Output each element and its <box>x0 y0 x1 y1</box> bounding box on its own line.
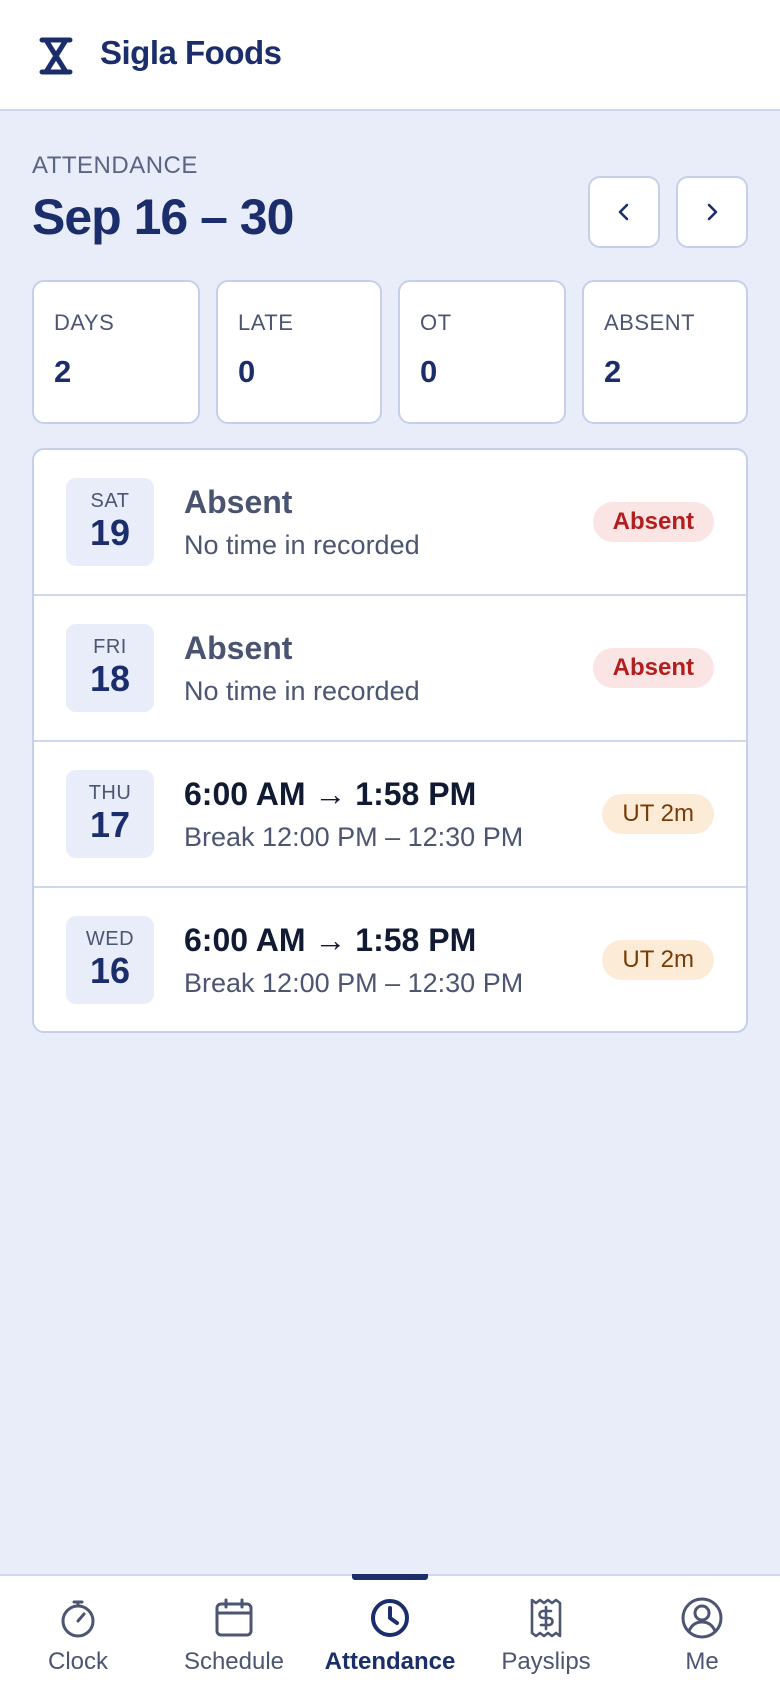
status-badge: UT 2m <box>602 940 714 980</box>
calendar-icon <box>215 1598 253 1637</box>
tab-label: Schedule <box>183 1648 285 1675</box>
hourglass-logo-icon <box>39 37 73 75</box>
row-title: 6:00 AM → 1:58 PM <box>184 922 477 958</box>
row-title: Absent <box>184 484 293 520</box>
day-number: 18 <box>89 658 131 699</box>
attendance-row[interactable]: SAT 19 Absent No time in recorded Absent <box>34 450 746 596</box>
day-of-week: SAT <box>90 490 130 512</box>
status-badge: UT 2m <box>602 794 714 834</box>
stat-label: ABSENT <box>604 310 696 335</box>
row-title: 6:00 AM → 1:58 PM <box>184 776 477 812</box>
stat-days: DAYS 2 <box>32 280 200 424</box>
page-title: Sep 16 – 30 <box>32 189 294 245</box>
status-badge: Absent <box>592 502 714 542</box>
row-subtitle: Break 12:00 PM – 12:30 PM <box>184 822 524 852</box>
user-circle-icon <box>681 1597 723 1639</box>
stat-late: LATE 0 <box>216 280 382 424</box>
day-number: 17 <box>89 804 131 845</box>
tab-clock[interactable]: Clock <box>0 1576 156 1688</box>
next-period-button[interactable] <box>676 176 748 248</box>
tab-schedule[interactable]: Schedule <box>156 1576 312 1688</box>
day-of-week: THU <box>88 782 132 804</box>
stat-value: 0 <box>238 354 256 389</box>
row-subtitle: Break 12:00 PM – 12:30 PM <box>184 968 524 998</box>
day-number: 16 <box>89 950 131 991</box>
attendance-list: SAT 19 Absent No time in recorded Absent… <box>32 448 748 1033</box>
stopwatch-icon <box>61 1600 95 1638</box>
chevron-left-icon <box>618 203 629 221</box>
tab-label: Payslips <box>501 1648 591 1675</box>
status-badge: Absent <box>592 648 714 688</box>
day-of-week: WED <box>85 928 135 950</box>
app-header: Sigla Foods <box>0 0 780 111</box>
attendance-row[interactable]: FRI 18 Absent No time in recorded Absent <box>34 596 746 742</box>
previous-period-button[interactable] <box>588 176 660 248</box>
row-subtitle: No time in recorded <box>184 530 420 560</box>
tab-label: Attendance <box>324 1648 456 1675</box>
receipt-icon <box>530 1598 562 1638</box>
section-label: ATTENDANCE <box>32 152 198 179</box>
attendance-row[interactable]: WED 16 6:00 AM → 1:58 PM Break 12:00 PM … <box>34 888 746 1031</box>
stat-label: LATE <box>238 310 294 335</box>
stat-ot: OT 0 <box>398 280 566 424</box>
day-of-week: FRI <box>93 636 127 658</box>
brand-name: Sigla Foods <box>100 34 282 71</box>
row-subtitle: No time in recorded <box>184 676 420 706</box>
day-number: 19 <box>89 512 131 553</box>
row-title: Absent <box>184 630 293 666</box>
attendance-row[interactable]: THU 17 6:00 AM → 1:58 PM Break 12:00 PM … <box>34 742 746 888</box>
tab-attendance[interactable]: Attendance <box>312 1576 468 1688</box>
date-badge: THU 17 <box>66 770 154 858</box>
stat-absent: ABSENT 2 <box>582 280 748 424</box>
date-badge: WED 16 <box>66 916 154 1004</box>
stat-label: DAYS <box>54 310 115 335</box>
tab-me[interactable]: Me <box>624 1576 780 1688</box>
stat-label: OT <box>420 310 452 335</box>
tab-label: Me <box>685 1648 719 1675</box>
stat-value: 2 <box>54 354 72 389</box>
date-badge: FRI 18 <box>66 624 154 712</box>
stat-value: 0 <box>420 354 438 389</box>
clock-icon <box>371 1599 409 1637</box>
stat-value: 2 <box>604 354 622 389</box>
tab-label: Clock <box>47 1648 108 1675</box>
chevron-right-icon <box>707 203 718 221</box>
tab-payslips[interactable]: Payslips <box>468 1576 624 1688</box>
bottom-tab-bar: Clock Schedule Attendance Payslips Me <box>0 1574 780 1688</box>
date-badge: SAT 19 <box>66 478 154 566</box>
